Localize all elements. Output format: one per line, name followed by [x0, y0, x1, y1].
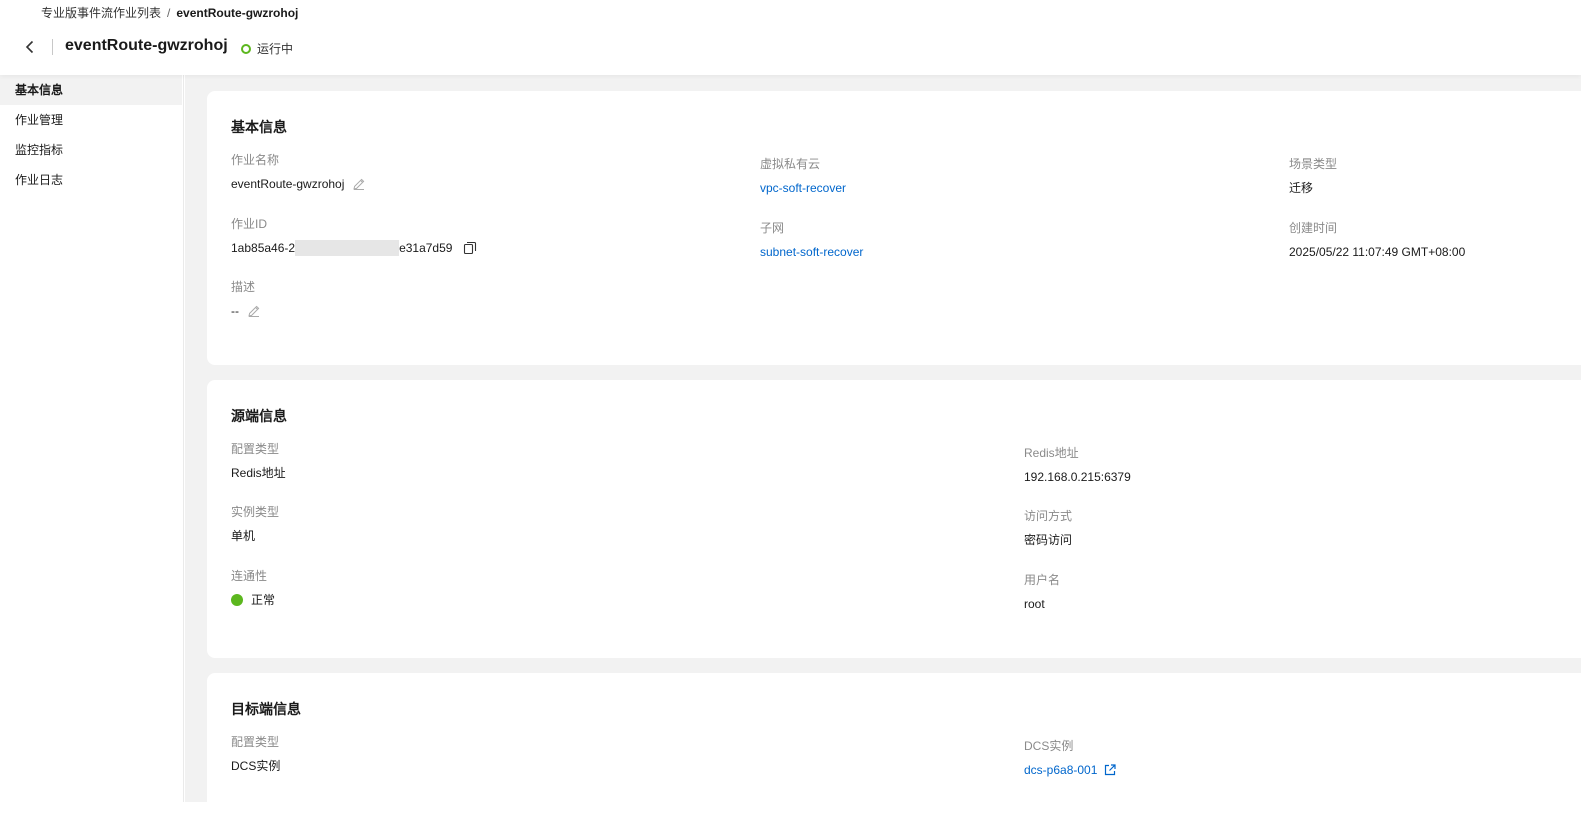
dcs-instance-label: DCS实例 [1024, 739, 1074, 753]
scene-type-value: 迁移 [1289, 181, 1314, 195]
basic-info-title: 基本信息 [231, 119, 287, 135]
access-method-value: 密码访问 [1024, 533, 1073, 547]
status-text: 运行中 [257, 42, 294, 56]
access-method-field: 访问方式 密码访问 [1024, 508, 1072, 548]
job-name-field: 作业名称 eventRoute-gwzrohoj [231, 152, 366, 192]
vpc-label: 虚拟私有云 [760, 157, 821, 171]
access-method-label: 访问方式 [1024, 509, 1073, 523]
header-divider [52, 39, 53, 55]
description-value: -- [231, 304, 239, 318]
username-field: 用户名 root [1024, 572, 1060, 612]
sidebar-item-job-management[interactable]: 作业管理 [0, 105, 183, 135]
target-info-title: 目标端信息 [231, 701, 301, 717]
edit-job-name-icon[interactable] [352, 177, 366, 191]
job-id-redaction [295, 240, 400, 256]
job-id-suffix: e31a7d59 [399, 241, 453, 255]
page-header: 专业版事件流作业列表 / eventRoute-gwzrohoj eventRout… [0, 0, 1581, 75]
vpc-link[interactable]: vpc-soft-recover [760, 180, 846, 196]
scene-type-field: 场景类型 迁移 [1289, 156, 1337, 196]
target-config-type-label: 配置类型 [231, 735, 280, 749]
edit-description-icon[interactable] [247, 304, 261, 318]
vpc-field: 虚拟私有云 vpc-soft-recover [760, 156, 846, 196]
subnet-link[interactable]: subnet-soft-recover [760, 244, 863, 260]
description-field: 描述 -- [231, 279, 261, 319]
connectivity-field: 连通性 正常 [231, 568, 275, 608]
sidebar: 基本信息 作业管理 监控指标 作业日志 [0, 75, 184, 802]
status-running-icon [241, 43, 251, 54]
external-link-icon[interactable] [1103, 763, 1117, 777]
created-time-field: 创建时间 2025/05/22 11:07:49 GMT+08:00 [1289, 220, 1465, 260]
job-name-label: 作业名称 [231, 153, 280, 167]
breadcrumb-current: eventRoute-gwzrohoj [176, 6, 299, 20]
description-label: 描述 [231, 280, 256, 294]
connectivity-label: 连通性 [231, 569, 268, 583]
subnet-field: 子网 subnet-soft-recover [760, 220, 863, 260]
status-badge: 运行中 [241, 40, 293, 57]
job-id-prefix: 1ab85a46-2 [231, 241, 296, 255]
connectivity-ok-icon [231, 594, 243, 606]
subnet-label: 子网 [760, 221, 785, 235]
created-time-value: 2025/05/22 11:07:49 GMT+08:00 [1289, 245, 1466, 259]
main-content: 基本信息 作业名称 eventRoute-gwzrohoj 作业ID 1ab85… [185, 75, 1581, 833]
dcs-instance-link[interactable]: dcs-p6a8-001 [1024, 762, 1097, 778]
back-arrow-icon[interactable] [20, 37, 40, 57]
redis-address-field: Redis地址 192.168.0.215:6379 [1024, 445, 1131, 485]
instance-type-value: 单机 [231, 529, 256, 543]
target-info-card: 目标端信息 配置类型 DCS实例 DCS实例 dcs-p6a8-001 [207, 673, 1581, 833]
breadcrumb-separator: / [167, 6, 171, 20]
breadcrumb: 专业版事件流作业列表 / eventRoute-gwzrohoj [41, 4, 298, 21]
sidebar-item-basic-info[interactable]: 基本信息 [0, 75, 182, 105]
target-config-type-field: 配置类型 DCS实例 [231, 734, 280, 774]
job-id-label: 作业ID [231, 217, 268, 231]
source-config-type-field: 配置类型 Redis地址 [231, 441, 286, 481]
connectivity-value: 正常 [251, 593, 276, 607]
created-time-label: 创建时间 [1289, 221, 1338, 235]
redis-address-value: 192.168.0.215:6379 [1024, 470, 1131, 484]
page-title: eventRoute-gwzrohoj [65, 37, 228, 54]
source-info-title: 源端信息 [231, 408, 287, 424]
copy-icon[interactable] [462, 240, 478, 256]
instance-type-label: 实例类型 [231, 505, 280, 519]
dcs-instance-field: DCS实例 dcs-p6a8-001 [1024, 738, 1117, 778]
job-name-value: eventRoute-gwzrohoj [231, 177, 345, 191]
username-value: root [1024, 597, 1045, 611]
source-info-card: 源端信息 配置类型 Redis地址 实例类型 单机 连通性 正常 Redis地址… [207, 380, 1581, 658]
source-config-type-label: 配置类型 [231, 442, 280, 456]
breadcrumb-parent-link[interactable]: 专业版事件流作业列表 [41, 6, 161, 20]
source-config-type-value: Redis地址 [231, 466, 286, 480]
instance-type-field: 实例类型 单机 [231, 504, 279, 544]
scene-type-label: 场景类型 [1289, 157, 1338, 171]
sidebar-item-monitoring[interactable]: 监控指标 [0, 135, 183, 165]
job-id-field: 作业ID 1ab85a46-2 e31a7d59 [231, 216, 478, 256]
redis-address-label: Redis地址 [1024, 446, 1079, 460]
target-config-type-value: DCS实例 [231, 759, 281, 773]
username-label: 用户名 [1024, 573, 1061, 587]
sidebar-item-job-logs[interactable]: 作业日志 [0, 165, 183, 195]
basic-info-card: 基本信息 作业名称 eventRoute-gwzrohoj 作业ID 1ab85… [207, 91, 1581, 365]
